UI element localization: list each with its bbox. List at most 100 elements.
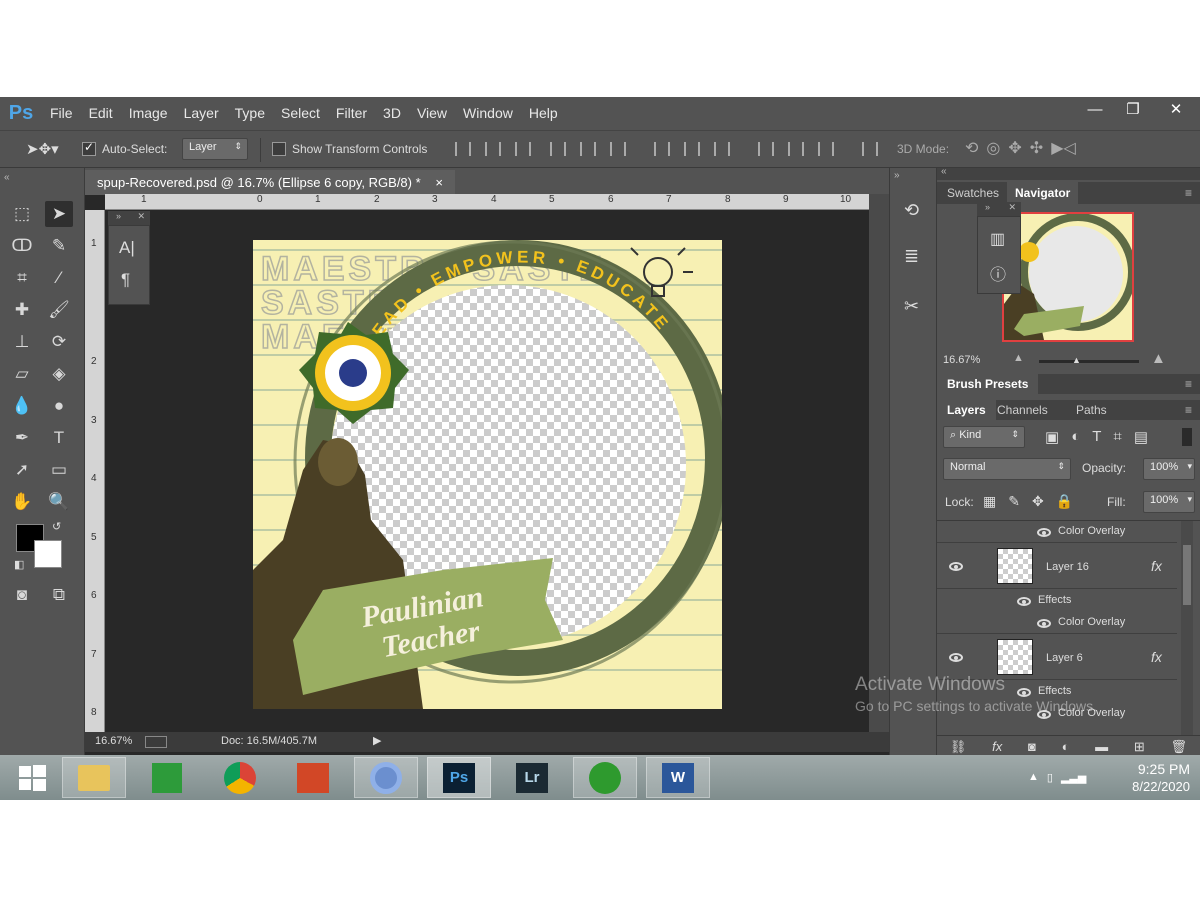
move-tool-icon[interactable]: ➤ (45, 201, 73, 227)
tab-paths[interactable]: Paths (1076, 403, 1107, 417)
auto-select-dropdown[interactable]: Layer ⇕ (182, 138, 248, 160)
character-icon[interactable]: A| (119, 238, 135, 258)
vertical-scrollbar[interactable] (869, 194, 889, 732)
status-menu-arrow-icon[interactable]: ▶ (373, 734, 381, 747)
distribute-top-icon[interactable] (654, 142, 670, 156)
close-icon[interactable]: ✕ (1008, 202, 1016, 213)
quick-mask-icon[interactable]: ◙ (8, 582, 36, 608)
auto-align-icon[interactable] (862, 142, 878, 156)
layer-row[interactable]: Layer 16 fx (937, 544, 1177, 589)
crop-tool-icon[interactable]: ⌗ (8, 265, 36, 291)
eye-icon[interactable] (949, 562, 963, 571)
word-taskbar[interactable]: W (646, 757, 710, 798)
fx-icon[interactable]: fx (1151, 558, 1162, 574)
office-taskbar[interactable] (281, 757, 345, 798)
histogram-icon[interactable]: ▥ (990, 229, 1005, 249)
battery-icon[interactable]: ▯ (1047, 771, 1053, 784)
hand-tool-icon[interactable]: ✋ (8, 489, 36, 515)
scrollbar-thumb[interactable] (1183, 545, 1191, 605)
distribute-bottom-icon[interactable] (714, 142, 730, 156)
menu-file[interactable]: File (42, 97, 81, 130)
layer-kind-filter[interactable]: ⌕ Kind ⇕ (943, 426, 1025, 448)
distribute-left-icon[interactable] (758, 142, 774, 156)
zoom-tool-icon[interactable]: 🔍 (45, 489, 73, 515)
trash-icon[interactable]: 🗑 (1171, 739, 1188, 755)
tab-swatches[interactable]: Swatches (947, 186, 999, 200)
menu-filter[interactable]: Filter (328, 97, 375, 130)
tab-navigator[interactable]: Navigator (1007, 182, 1079, 204)
info-icon[interactable]: ⓘ (990, 261, 1006, 285)
minimize-button[interactable]: — (1076, 97, 1114, 121)
panel-menu-icon[interactable]: ≡ (1185, 403, 1192, 417)
zoom-level[interactable]: 16.67% (95, 735, 132, 747)
navigator-preview[interactable] (1002, 212, 1134, 342)
layer-effect-row[interactable]: Color Overlay (937, 521, 1177, 543)
layers-scrollbar[interactable] (1181, 521, 1193, 735)
align-bottom-icon[interactable] (515, 142, 531, 156)
align-top-icon[interactable] (455, 142, 471, 156)
layer-name[interactable]: Layer 16 (1046, 561, 1089, 573)
menu-select[interactable]: Select (273, 97, 328, 130)
collapse-icon[interactable]: » (894, 170, 900, 181)
restore-button[interactable]: ❐ (1114, 97, 1152, 121)
marquee-tool-icon[interactable]: ⬚ (8, 201, 36, 227)
background-color[interactable] (34, 540, 62, 568)
menu-image[interactable]: Image (121, 97, 176, 130)
eyedropper-tool-icon[interactable]: ⁄ (45, 265, 73, 291)
document-tab[interactable]: spup-Recovered.psd @ 16.7% (Ellipse 6 co… (85, 170, 455, 195)
lasso-tool-icon[interactable]: ↀ (8, 233, 36, 259)
blur-tool-icon[interactable]: 💧 (8, 393, 36, 419)
pixel-filter-icon[interactable]: ▣ (1045, 428, 1059, 446)
screen-mode-icon[interactable]: ⧉ (45, 582, 73, 608)
menu-layer[interactable]: Layer (176, 97, 227, 130)
chromium-taskbar[interactable] (354, 757, 418, 798)
default-colors-icon[interactable]: ◧ (14, 558, 24, 571)
3d-camera-icon[interactable]: ▶◁ (1051, 138, 1076, 158)
file-explorer-taskbar[interactable] (62, 757, 126, 798)
align-vcenter-icon[interactable] (485, 142, 501, 156)
menu-edit[interactable]: Edit (81, 97, 121, 130)
zoom-options-icon[interactable] (145, 736, 167, 748)
menu-window[interactable]: Window (455, 97, 521, 130)
add-style-icon[interactable]: fx (992, 739, 1002, 754)
eye-icon[interactable] (949, 653, 963, 662)
paint-bucket-icon[interactable]: ◈ (45, 361, 73, 387)
eraser-tool-icon[interactable]: ▱ (8, 361, 36, 387)
fill-input[interactable]: 100% ▾ (1143, 491, 1195, 513)
lightroom-taskbar[interactable]: Lr (500, 757, 564, 798)
layer-name[interactable]: Layer 6 (1046, 652, 1083, 664)
blend-mode-dropdown[interactable]: Normal ⇕ (943, 458, 1071, 480)
panel-menu-icon[interactable]: ≡ (1185, 186, 1192, 200)
collapse-icon[interactable]: « (4, 172, 10, 183)
3d-rotate-icon[interactable]: ⟲ (965, 138, 978, 158)
align-right-icon[interactable] (610, 142, 626, 156)
zoom-slider-thumb[interactable]: ▲ (1072, 355, 1081, 365)
zoom-slider[interactable] (1039, 360, 1139, 363)
history-brush-icon[interactable]: ⟳ (45, 329, 73, 355)
eye-icon[interactable] (1037, 619, 1051, 628)
dodge-tool-icon[interactable]: ● (45, 393, 73, 419)
adjustment-layer-icon[interactable]: ◐ (1062, 739, 1070, 754)
link-layers-icon[interactable]: ⛓ (950, 739, 967, 755)
panel-menu-icon[interactable]: ≡ (1185, 377, 1192, 391)
align-left-icon[interactable] (550, 142, 566, 156)
adjustment-filter-icon[interactable]: ◐ (1071, 428, 1080, 446)
paragraph-icon[interactable]: ¶ (121, 270, 130, 290)
lock-position-icon[interactable]: ✥ (1032, 493, 1044, 510)
photoshop-taskbar[interactable]: Ps (427, 757, 491, 798)
effects-header-row[interactable]: Effects (937, 590, 1177, 612)
layer-effect-row[interactable]: Color Overlay (937, 612, 1177, 634)
add-mask-icon[interactable]: ◙ (1028, 739, 1036, 754)
collapse-icon[interactable]: « (941, 166, 947, 177)
tool-presets-icon[interactable]: ✂ (904, 296, 919, 317)
clone-stamp-icon[interactable]: ⊥ (8, 329, 36, 355)
chrome-taskbar[interactable] (208, 757, 272, 798)
eye-icon[interactable] (1037, 528, 1051, 537)
tab-layers[interactable]: Layers (937, 400, 996, 420)
auto-select-checkbox[interactable]: ✓ (82, 140, 96, 156)
opacity-input[interactable]: 100% ▾ (1143, 458, 1195, 480)
quick-select-tool-icon[interactable]: ✎ (45, 233, 73, 259)
expand-icon[interactable]: » (985, 202, 990, 212)
3d-drag-icon[interactable]: ✥ (1008, 138, 1021, 158)
move-tool-preset-icon[interactable]: ➤✥▾ (26, 140, 59, 158)
